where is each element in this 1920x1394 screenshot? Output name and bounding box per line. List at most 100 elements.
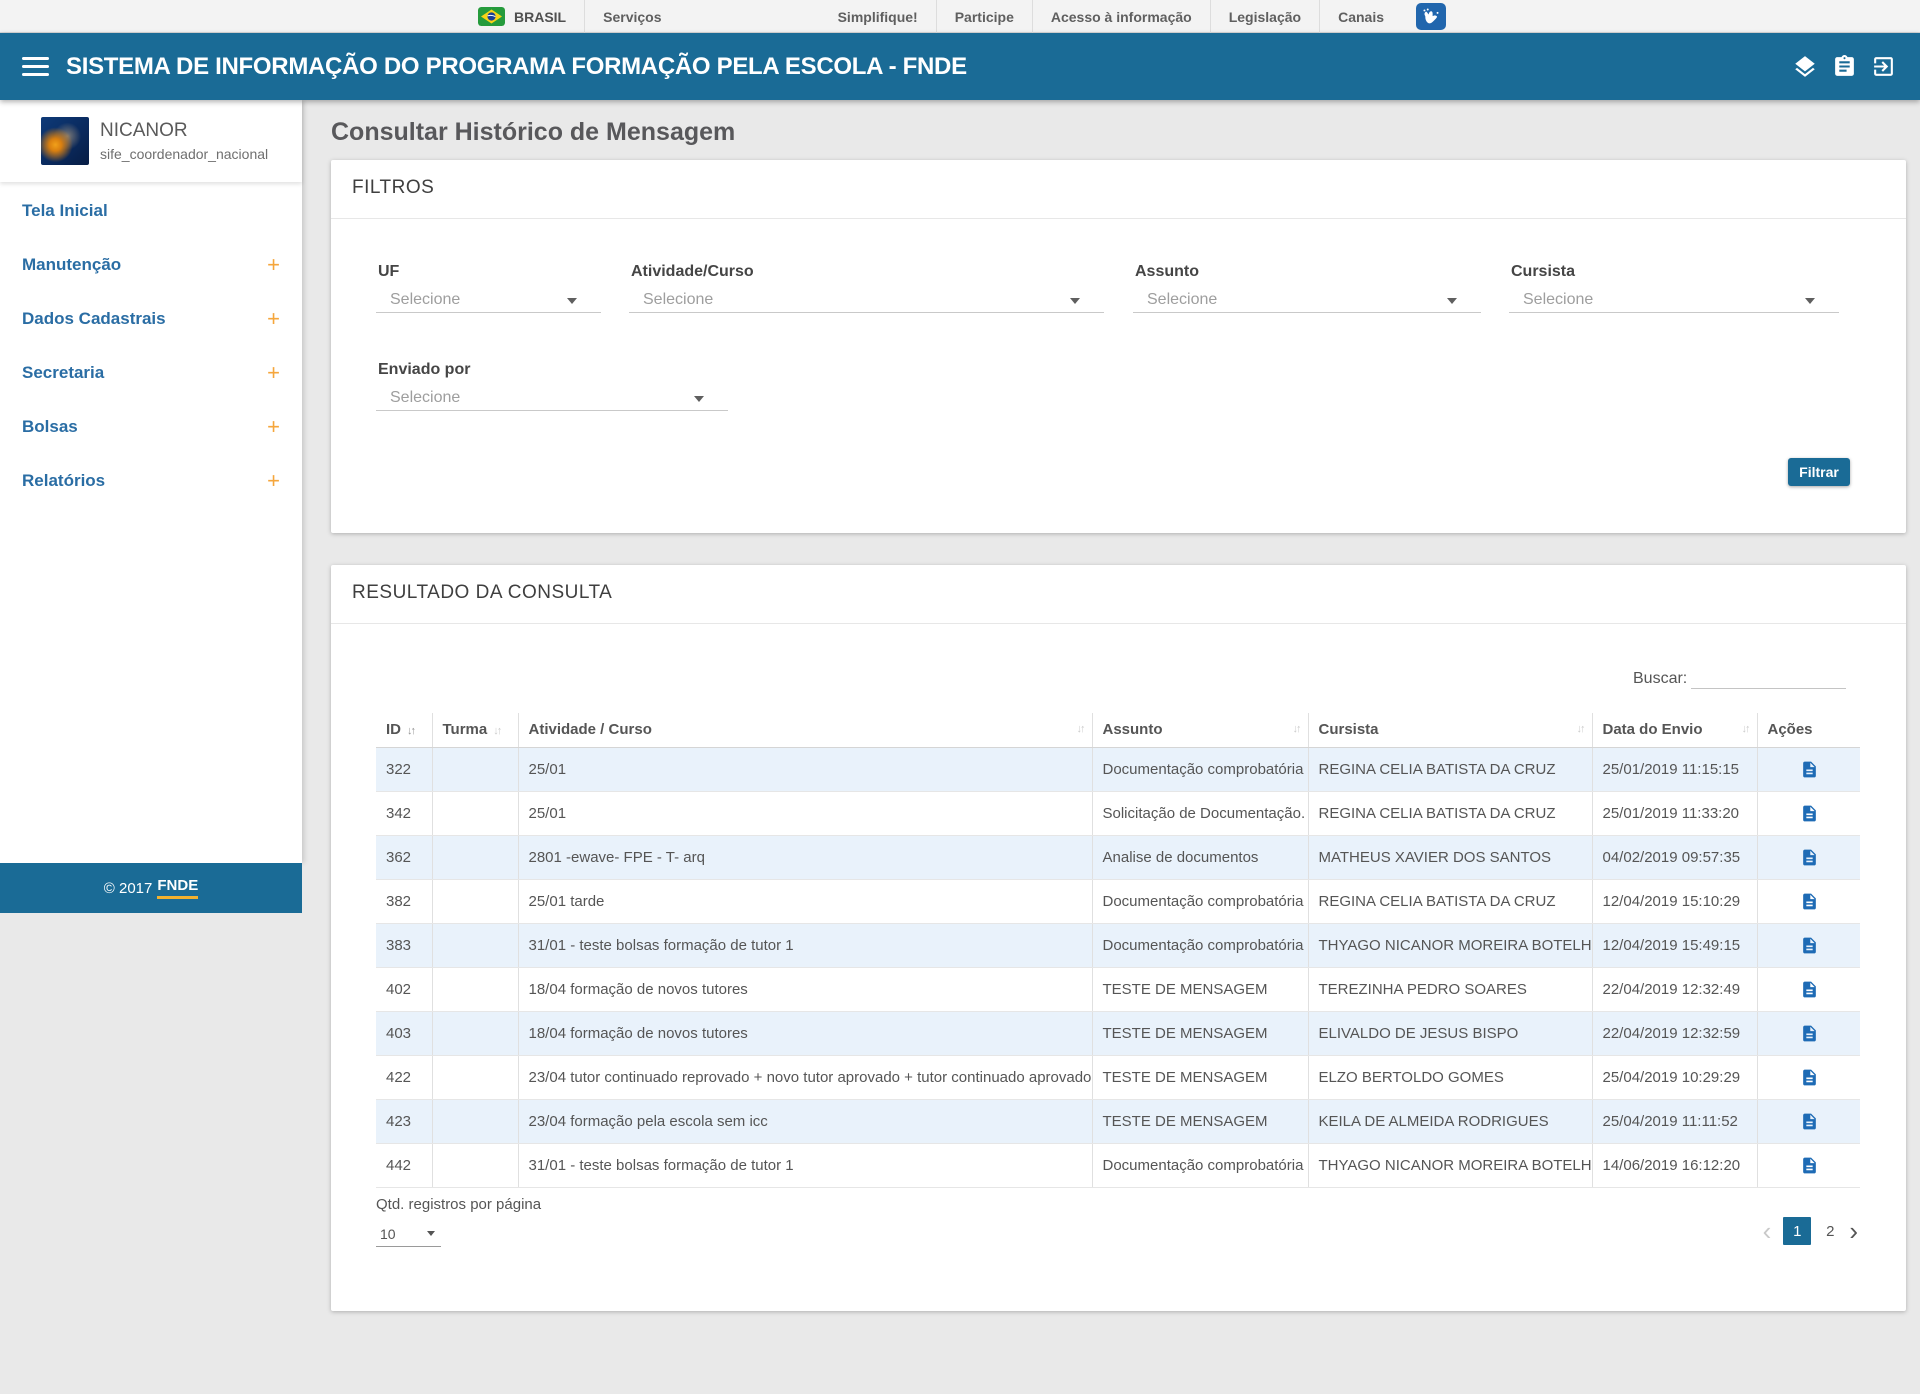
column-header-cursista[interactable]: Cursista↓↑: [1308, 713, 1592, 747]
view-message-button[interactable]: [1797, 1108, 1823, 1134]
results-table: ID↓↑ Turma↓↑ Atividade / Curso↓↑ Assunto…: [376, 713, 1860, 1188]
view-message-button[interactable]: [1797, 1064, 1823, 1090]
view-message-button[interactable]: [1797, 888, 1823, 914]
layers-icon[interactable]: [1792, 54, 1818, 80]
per-page-select[interactable]: 10: [376, 1221, 441, 1247]
search-label: Buscar:: [1633, 670, 1687, 688]
cell-atividade-curso: 18/04 formação de novos tutores: [518, 1011, 1092, 1055]
cell-assunto: Documentação comprobatória: [1092, 1143, 1308, 1187]
sort-icon[interactable]: ↓↑: [1077, 723, 1084, 735]
expand-plus-icon[interactable]: +: [267, 254, 280, 276]
expand-plus-icon[interactable]: +: [267, 416, 280, 438]
cell-turma: [432, 1011, 518, 1055]
column-header-assunto[interactable]: Assunto↓↑: [1092, 713, 1308, 747]
document-icon: [1800, 980, 1819, 999]
page-button-1[interactable]: 1: [1783, 1217, 1811, 1245]
cell-cursista: THYAGO NICANOR MOREIRA BOTELHO: [1308, 923, 1592, 967]
gov-link-participe[interactable]: Participe: [936, 0, 1032, 33]
cell-turma: [432, 835, 518, 879]
cell-turma: [432, 923, 518, 967]
expand-plus-icon[interactable]: +: [267, 362, 280, 384]
table-row: 40218/04 formação de novos tutoresTESTE …: [376, 967, 1860, 1011]
next-page-icon[interactable]: ›: [1849, 1217, 1858, 1245]
pagination: ‹ 1 2 ›: [1763, 1217, 1858, 1245]
filter-field-enviado-por: Enviado por Selecione: [376, 361, 728, 421]
sidebar-item-manutencao[interactable]: Manutenção +: [0, 238, 302, 292]
sort-icon[interactable]: ↓↑: [407, 725, 414, 737]
cell-cursista: ELZO BERTOLDO GOMES: [1308, 1055, 1592, 1099]
cell-data-envio: 25/04/2019 10:29:29: [1592, 1055, 1757, 1099]
view-message-button[interactable]: [1797, 976, 1823, 1002]
cell-id: 403: [376, 1011, 432, 1055]
cell-id: 423: [376, 1099, 432, 1143]
cell-id: 322: [376, 747, 432, 791]
cell-cursista: THYAGO NICANOR MOREIRA BOTELHO: [1308, 1143, 1592, 1187]
view-message-button[interactable]: [1797, 844, 1823, 870]
sidebar-nav: Tela Inicial Manutenção + Dados Cadastra…: [0, 184, 302, 508]
filter-field-cursista: Cursista Selecione: [1509, 263, 1839, 323]
document-icon: [1800, 1156, 1819, 1175]
filtrar-button[interactable]: Filtrar: [1788, 458, 1850, 486]
cell-assunto: Documentação comprobatória: [1092, 747, 1308, 791]
cell-assunto: Solicitação de Documentação.: [1092, 791, 1308, 835]
assunto-select[interactable]: Selecione: [1133, 287, 1481, 313]
gov-link-servicos[interactable]: Serviços: [584, 0, 679, 33]
sidebar-item-relatorios[interactable]: Relatórios +: [0, 454, 302, 508]
cell-id: 402: [376, 967, 432, 1011]
sidebar: NICANOR sife_coordenador_nacional Tela I…: [0, 100, 302, 863]
view-message-button[interactable]: [1797, 932, 1823, 958]
results-table-body: 32225/01Documentação comprobatóriaREGINA…: [376, 747, 1860, 1187]
column-header-turma[interactable]: Turma↓↑: [432, 713, 518, 747]
sidebar-item-dados-cadastrais[interactable]: Dados Cadastrais +: [0, 292, 302, 346]
assignment-icon[interactable]: [1831, 54, 1857, 80]
chevron-down-icon: [1447, 298, 1457, 304]
page-title: Consultar Histórico de Mensagem: [331, 118, 735, 147]
menu-hamburger-icon[interactable]: [22, 57, 49, 76]
cell-id: 422: [376, 1055, 432, 1099]
cursista-select[interactable]: Selecione: [1509, 287, 1839, 313]
view-message-button[interactable]: [1797, 800, 1823, 826]
gov-link-simplifique[interactable]: Simplifique!: [820, 0, 936, 33]
expand-plus-icon[interactable]: +: [267, 470, 280, 492]
search-input[interactable]: [1691, 661, 1846, 689]
vlibras-hands-icon: [1416, 3, 1446, 30]
uf-select[interactable]: Selecione: [376, 287, 601, 313]
cell-turma: [432, 1143, 518, 1187]
gov-link-canais[interactable]: Canais: [1319, 0, 1402, 33]
cell-atividade-curso: 31/01 - teste bolsas formação de tutor 1: [518, 1143, 1092, 1187]
view-message-button[interactable]: [1797, 1152, 1823, 1178]
column-header-id[interactable]: ID↓↑: [376, 713, 432, 747]
previous-page-icon[interactable]: ‹: [1763, 1217, 1772, 1245]
vlibras-button[interactable]: [1416, 0, 1446, 33]
sort-icon[interactable]: ↓↑: [1742, 723, 1749, 735]
fnde-link[interactable]: FNDE: [157, 877, 198, 899]
table-header-row: ID↓↑ Turma↓↑ Atividade / Curso↓↑ Assunto…: [376, 713, 1860, 747]
brasil-gov-link[interactable]: BRASIL: [478, 0, 584, 33]
cell-assunto: Documentação comprobatória: [1092, 879, 1308, 923]
view-message-button[interactable]: [1797, 756, 1823, 782]
cell-atividade-curso: 23/04 formação pela escola sem icc: [518, 1099, 1092, 1143]
column-header-atividade-curso[interactable]: Atividade / Curso↓↑: [518, 713, 1092, 747]
sidebar-item-secretaria[interactable]: Secretaria +: [0, 346, 302, 400]
cell-actions: [1757, 835, 1860, 879]
gov-link-acesso-informacao[interactable]: Acesso à informação: [1032, 0, 1210, 33]
document-icon: [1800, 1024, 1819, 1043]
results-card-title: RESULTADO DA CONSULTA: [352, 582, 612, 604]
sort-icon[interactable]: ↓↑: [1577, 723, 1584, 735]
table-row: 42323/04 formação pela escola sem iccTES…: [376, 1099, 1860, 1143]
cell-turma: [432, 1055, 518, 1099]
page-button-2[interactable]: 2: [1823, 1223, 1837, 1240]
view-message-button[interactable]: [1797, 1020, 1823, 1046]
sidebar-item-bolsas[interactable]: Bolsas +: [0, 400, 302, 454]
expand-plus-icon[interactable]: +: [267, 308, 280, 330]
logout-icon[interactable]: [1870, 54, 1896, 80]
sort-icon[interactable]: ↓↑: [1293, 723, 1300, 735]
cell-atividade-curso: 18/04 formação de novos tutores: [518, 967, 1092, 1011]
gov-link-legislacao[interactable]: Legislação: [1210, 0, 1319, 33]
sort-icon[interactable]: ↓↑: [493, 725, 500, 737]
enviado-por-select[interactable]: Selecione: [376, 385, 728, 411]
sidebar-item-tela-inicial[interactable]: Tela Inicial: [0, 184, 302, 238]
atividade-curso-select[interactable]: Selecione: [629, 287, 1104, 313]
column-header-data-envio[interactable]: Data do Envio↓↑: [1592, 713, 1757, 747]
cell-cursista: REGINA CELIA BATISTA DA CRUZ: [1308, 791, 1592, 835]
